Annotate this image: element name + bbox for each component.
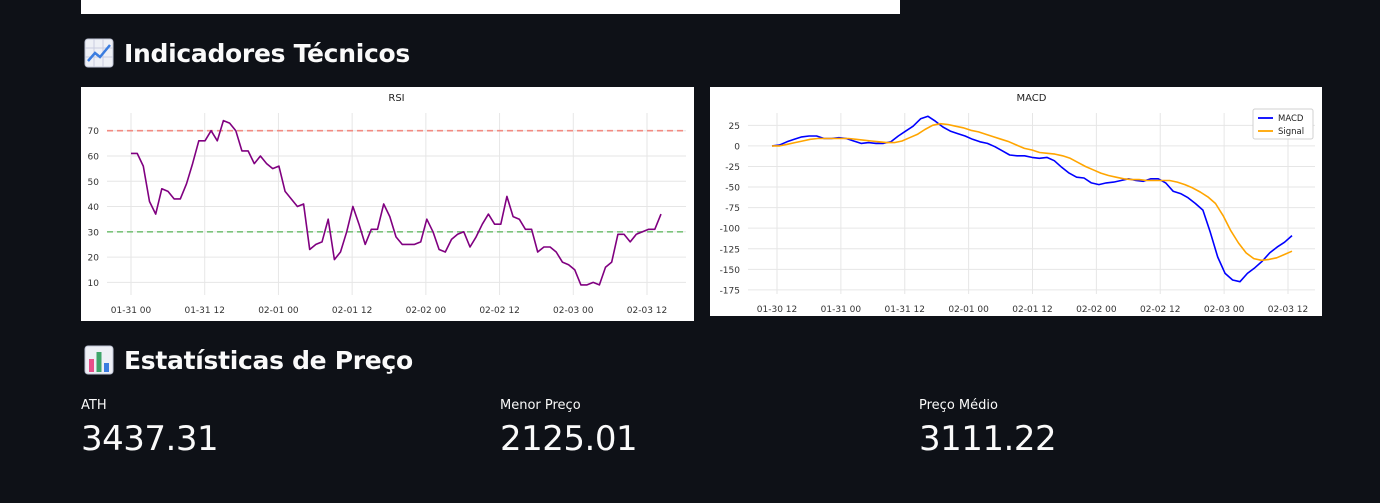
rsi-chart: RSI 10 20 30 40 50 60 70 01-31 00 01-31 12 02-01 0…	[81, 87, 694, 321]
y-tick-label: 10	[88, 279, 100, 289]
stats-header: Estatísticas de Preço	[84, 345, 413, 375]
y-tick-label: 20	[88, 254, 100, 264]
macd-chart-svg: MACD 25 0 -25 -50 -75 -100 -125 -150 -175 01-30 12…	[720, 93, 1315, 315]
macd-chart: MACD 25 0 -25 -50 -75 -100 -125 -150 -175 01-30 12…	[710, 87, 1322, 316]
x-tick-label: 02-01 00	[258, 306, 299, 316]
y-tick-label: 50	[88, 178, 100, 188]
chart-increasing-icon	[84, 38, 114, 68]
y-tick-label: 30	[88, 228, 100, 238]
x-tick-label: 02-01 12	[1012, 305, 1052, 315]
stats-title: Estatísticas de Preço	[124, 345, 413, 375]
x-tick-label: 02-03 00	[553, 306, 594, 316]
x-tick-label: 01-31 00	[111, 306, 152, 316]
x-tick-label: 02-02 12	[1140, 305, 1180, 315]
x-tick-label: 02-03 12	[1268, 305, 1308, 315]
metric-label: Menor Preço	[500, 398, 581, 413]
metric-min-price: Menor Preço 2125.01	[500, 398, 638, 459]
metric-label: Preço Médio	[919, 398, 998, 413]
y-tick-label: -50	[725, 184, 740, 194]
y-tick-label: -25	[725, 163, 740, 173]
y-tick-label: -100	[720, 225, 741, 235]
y-tick-label: -150	[720, 266, 741, 276]
x-tick-label: 02-02 00	[1076, 305, 1117, 315]
metric-value: 3437.31	[81, 419, 219, 459]
x-tick-label: 02-02 00	[406, 306, 447, 316]
legend-label: Signal	[1278, 127, 1304, 137]
x-tick-label: 02-01 12	[332, 306, 372, 316]
indicators-header: Indicadores Técnicos	[84, 38, 410, 68]
y-tick-label: -75	[725, 204, 740, 214]
x-tick-label: 01-30 12	[757, 305, 797, 315]
y-tick-label: 40	[88, 203, 100, 213]
y-tick-label: -125	[720, 245, 740, 255]
metric-label: ATH	[81, 398, 107, 413]
y-tick-label: 60	[88, 152, 100, 162]
metric-value: 2125.01	[500, 419, 638, 459]
y-tick-label: 25	[729, 122, 740, 132]
series-line-rsi	[131, 119, 662, 286]
y-tick-label: -175	[720, 286, 740, 296]
indicators-title: Indicadores Técnicos	[124, 38, 410, 68]
x-tick-label: 01-31 12	[184, 306, 224, 316]
metric-ath: ATH 3437.31	[81, 398, 219, 459]
x-tick-label: 01-31 00	[821, 305, 862, 315]
rsi-chart-svg: RSI 10 20 30 40 50 60 70 01-31 00 01-31 12 02-01 0…	[88, 93, 686, 316]
chart-title: RSI	[388, 93, 404, 104]
metric-avg-price: Preço Médio 3111.22	[919, 398, 1057, 459]
x-tick-label: 02-03 00	[1204, 305, 1245, 315]
y-tick-label: 70	[88, 127, 100, 137]
legend-label: MACD	[1278, 114, 1304, 124]
x-tick-label: 02-03 12	[627, 306, 667, 316]
previous-chart-bottom	[81, 0, 900, 14]
chart-title: MACD	[1017, 93, 1047, 104]
x-tick-label: 01-31 12	[885, 305, 925, 315]
bar-chart-icon	[84, 345, 114, 375]
y-tick-label: 0	[734, 142, 740, 152]
x-tick-label: 02-02 12	[479, 306, 519, 316]
x-tick-label: 02-01 00	[948, 305, 989, 315]
metric-value: 3111.22	[919, 419, 1057, 459]
